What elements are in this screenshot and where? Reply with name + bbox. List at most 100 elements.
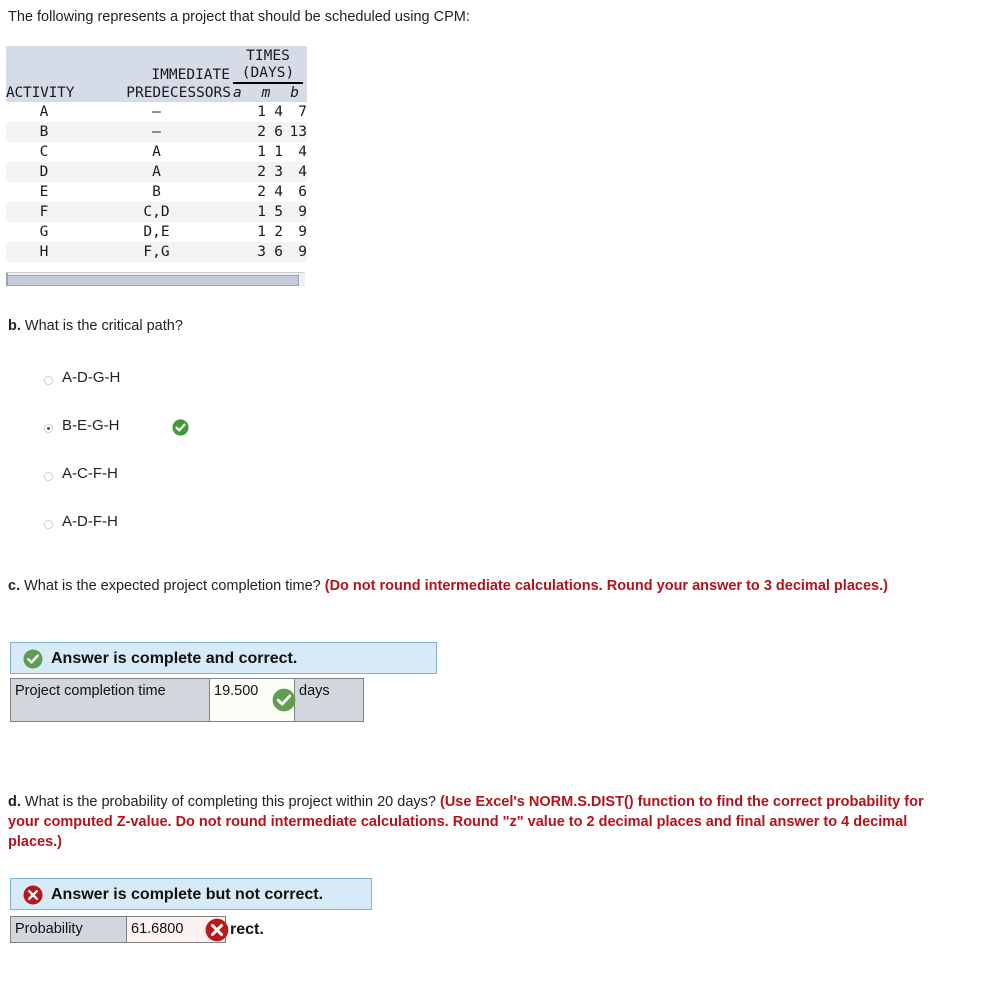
answer-status-text-c: Answer is complete and correct. xyxy=(51,650,298,667)
cell-time-b: 9 xyxy=(298,204,307,220)
cpm-table-header: IMMEDIATE TIMES (DAYS) ACTIVITY PREDECES… xyxy=(6,46,307,102)
question-b: b. What is the critical path? xyxy=(8,316,183,336)
x-circle-icon-cell-d xyxy=(205,918,229,942)
choice-label-2: B-E-G-H xyxy=(62,417,120,434)
cpm-table-container: IMMEDIATE TIMES (DAYS) ACTIVITY PREDECES… xyxy=(6,46,307,262)
cell-predecessors: — xyxy=(82,122,231,142)
cell-time-b: 9 xyxy=(298,224,307,240)
choice-option-2[interactable]: B-E-G-H xyxy=(44,417,444,468)
choice-label-3: A-C-F-H xyxy=(62,465,118,482)
cell-activity: E xyxy=(6,182,82,202)
question-d: d. What is the probability of completing… xyxy=(8,792,958,852)
cell-times: 369 xyxy=(231,242,307,262)
table-row: DA234 xyxy=(6,162,307,182)
cpm-header-m: m xyxy=(261,85,271,101)
x-circle-icon xyxy=(23,885,43,905)
cell-time-b: 6 xyxy=(298,184,307,200)
cpm-header-activity: ACTIVITY xyxy=(6,84,82,102)
table-row: F C,D 1 5 9 xyxy=(6,202,307,222)
cell-time-m: 6 xyxy=(274,244,283,260)
cpm-header-a: a xyxy=(233,85,242,101)
cell-times: 114 xyxy=(231,142,307,162)
choice-option-4[interactable]: A-D-F-H xyxy=(44,513,444,564)
cell-time-b: 4 xyxy=(298,144,307,160)
cell-time-m: 4 xyxy=(274,104,283,120)
table-row: H F,G 3 6 9 xyxy=(6,242,307,262)
table-horizontal-scrollbar[interactable] xyxy=(6,272,305,286)
cell-time-b: 9 xyxy=(298,244,307,260)
table-row: G D,E 1 2 9 xyxy=(6,222,307,242)
cpm-header-times-cell: TIMES (DAYS) xyxy=(231,46,307,84)
cell-times: 2 6 13 xyxy=(231,122,307,142)
question-b-choice-list: A-D-G-H B-E-G-H A-C-F-H A-D-F-H xyxy=(44,369,444,564)
cell-time-b: 4 xyxy=(298,164,307,180)
cell-times: 159 xyxy=(231,202,307,222)
cell-time-m: 4 xyxy=(274,184,283,200)
cpm-header-amb-cell: a m b xyxy=(231,84,307,102)
answer-input-c[interactable]: 19.500 xyxy=(210,679,296,721)
cpm-table: IMMEDIATE TIMES (DAYS) ACTIVITY PREDECES… xyxy=(6,46,307,262)
cell-predecessors: D,E xyxy=(82,222,231,242)
check-circle-icon xyxy=(23,649,43,669)
cpm-header-spacer xyxy=(6,46,82,84)
cpm-header-sub-row: ACTIVITY PREDECESSORS a m b xyxy=(6,84,307,102)
cell-predecessors: B xyxy=(82,182,231,202)
cpm-header-top-row: IMMEDIATE TIMES (DAYS) xyxy=(6,46,307,84)
cell-activity: F xyxy=(6,202,82,222)
cpm-table-body: A —1 4 7 B —2 6 13 C A 1 1 4 D A 2 3 4 E B 2 4 6 F C,D 1 5 9 G D,E 1 2 9… xyxy=(6,102,307,262)
question-b-letter: b. xyxy=(8,318,21,334)
cell-time-m: 5 xyxy=(274,204,283,220)
cell-predecessors: F,G xyxy=(82,242,231,262)
cell-predecessors: A xyxy=(82,162,231,182)
cpm-header-amb: a m b xyxy=(231,84,307,102)
radio-button-4[interactable] xyxy=(44,520,53,529)
choice-option-1[interactable]: A-D-G-H xyxy=(44,369,444,420)
cell-time-m: 3 xyxy=(274,164,283,180)
radio-button-1[interactable] xyxy=(44,376,53,385)
cpm-header-times: TIMES xyxy=(246,48,290,64)
cell-times: 147 xyxy=(231,102,307,122)
table-row: B — 2 6 13 xyxy=(6,122,307,142)
cpm-header-days: (DAYS) xyxy=(241,65,295,81)
radio-button-2[interactable] xyxy=(44,424,53,433)
cell-times: 129 xyxy=(231,222,307,242)
cell-activity: H xyxy=(6,242,82,262)
choice-option-3[interactable]: A-C-F-H xyxy=(44,465,444,516)
question-c-hint: (Do not round intermediate calculations.… xyxy=(324,578,888,594)
cell-times: 246 xyxy=(231,182,307,202)
cell-time-b: 7 xyxy=(298,104,307,120)
radio-button-3[interactable] xyxy=(44,472,53,481)
cell-time-a: 2 xyxy=(257,184,266,200)
cell-time-m: 1 xyxy=(274,144,283,160)
cell-activity: G xyxy=(6,222,82,242)
cell-time-a: 3 xyxy=(257,244,266,260)
choice-label-1: A-D-G-H xyxy=(62,369,121,386)
answer-unit-c: days xyxy=(294,679,363,721)
cell-times: 234 xyxy=(231,162,307,182)
check-circle-icon-choice xyxy=(172,419,189,436)
answer-value-c: 19.500 xyxy=(214,683,259,699)
answer-grid-d: Probability 61.6800 xyxy=(10,916,229,943)
scrollbar-thumb[interactable] xyxy=(7,275,299,286)
cell-activity: B xyxy=(6,122,82,142)
table-row: CA114 xyxy=(6,142,307,162)
cell-predecessors: C,D xyxy=(82,202,231,222)
answer-row-label-d: Probability xyxy=(11,917,127,942)
question-d-letter: d. xyxy=(8,794,21,810)
answer-status-overflow-d: rect. xyxy=(230,921,264,938)
answer-input-d[interactable]: 61.6800 xyxy=(127,917,229,942)
table-row: EB246 xyxy=(6,182,307,202)
cell-time-a: 1 xyxy=(257,204,266,220)
answer-grid-c: Project completion time 19.500 days xyxy=(10,678,364,722)
cell-activity: A xyxy=(6,102,82,122)
cell-time-a: 1 xyxy=(257,224,266,240)
cell-activity: C xyxy=(6,142,82,162)
cell-time-a: 1 xyxy=(257,104,266,120)
cell-time-m: 2 xyxy=(274,224,283,240)
table-row: A —1 4 7 xyxy=(6,102,307,122)
cell-time-a: 2 xyxy=(257,124,266,140)
answer-row-label-c: Project completion time xyxy=(11,679,210,721)
cell-activity: D xyxy=(6,162,82,182)
question-b-text: What is the critical path? xyxy=(24,318,183,334)
answer-status-banner-d: Answer is complete but not correct. xyxy=(10,878,372,910)
